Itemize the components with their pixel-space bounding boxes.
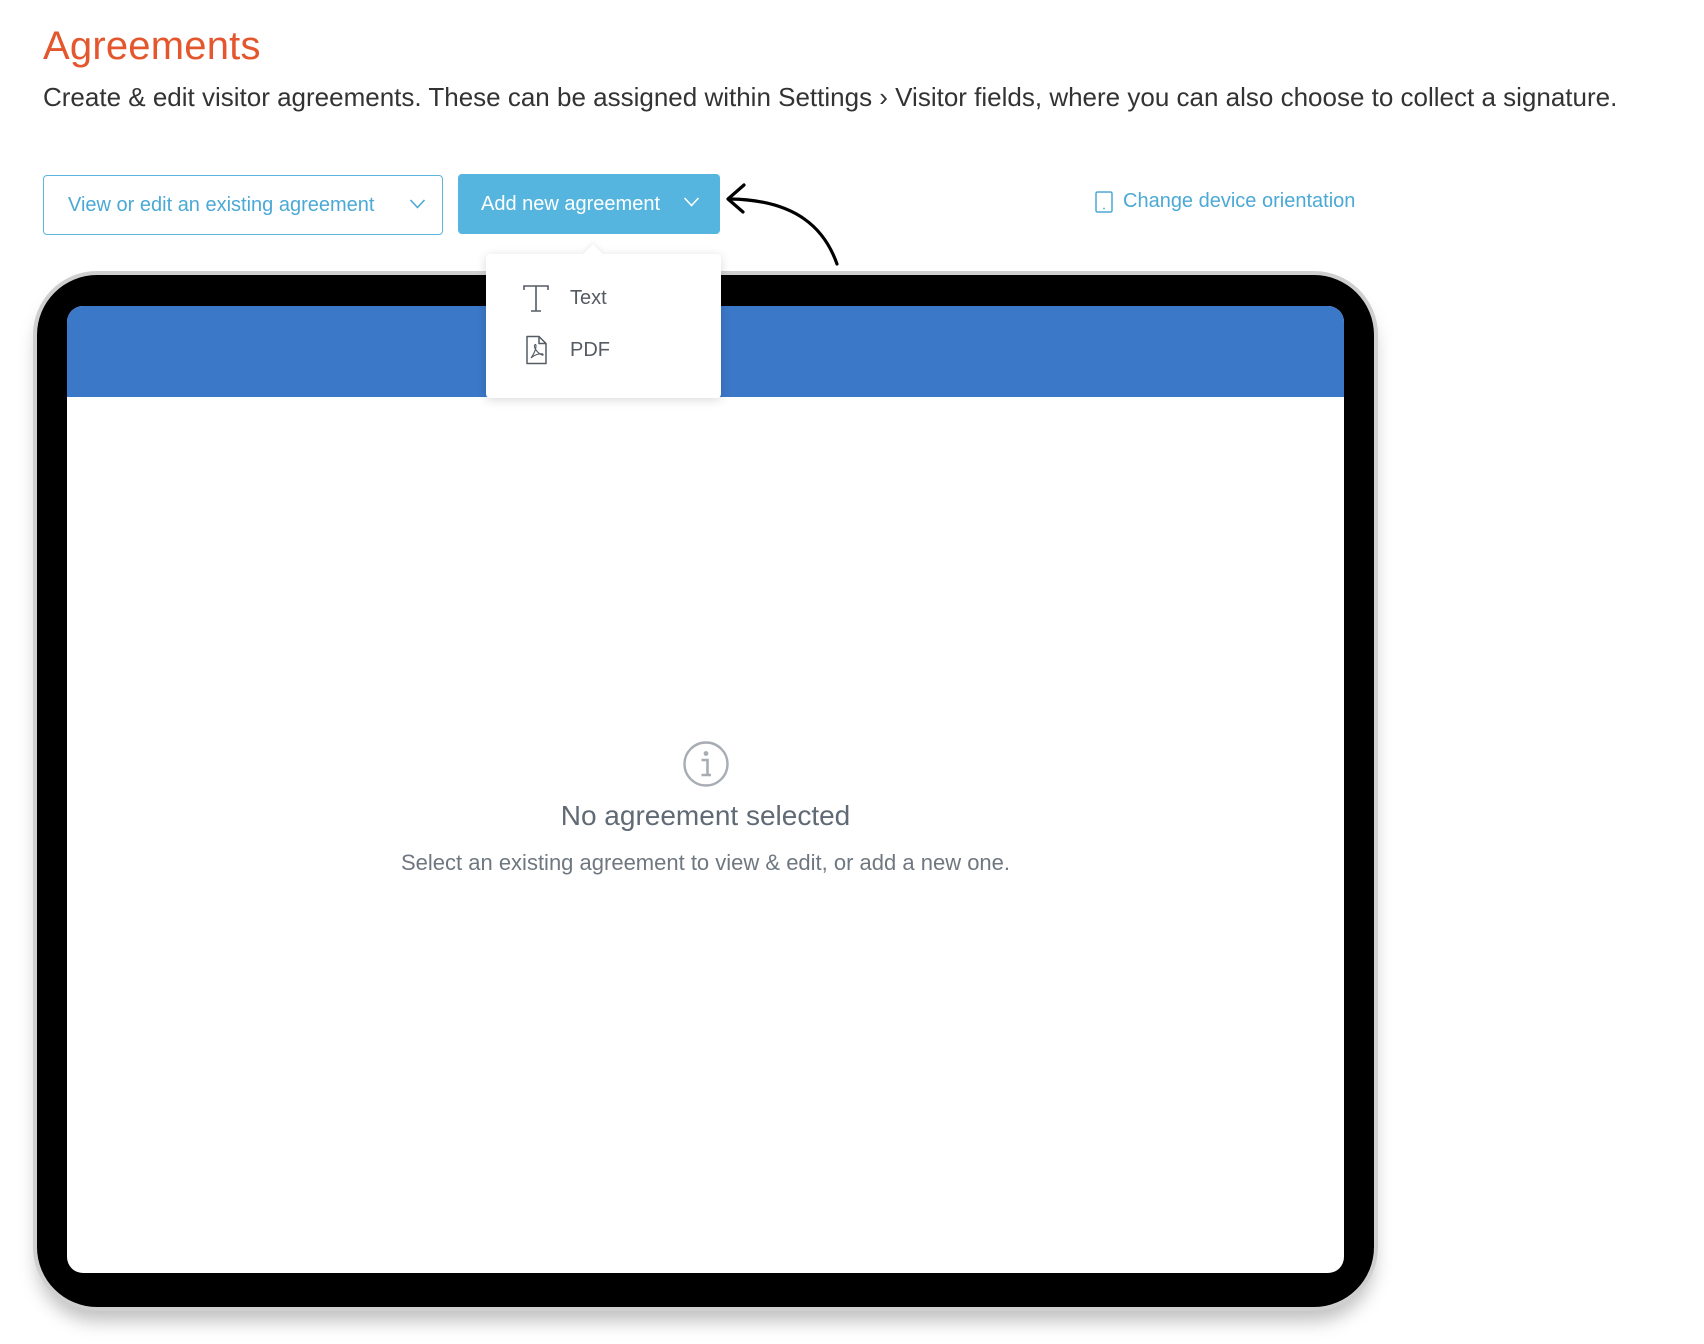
page-description: Create & edit visitor agreements. These … <box>43 82 1618 112</box>
text-type-icon <box>523 285 549 312</box>
chevron-down-icon <box>409 199 426 209</box>
menu-item-label: PDF <box>570 338 610 361</box>
empty-state-message: Select an existing agreement to view & e… <box>400 850 1011 875</box>
change-device-orientation-link[interactable]: Change device orientation <box>1095 190 1355 213</box>
info-icon <box>682 741 729 787</box>
page-title: Agreements <box>43 24 261 68</box>
agreements-page: Agreements Create & edit visitor agreeme… <box>0 0 1704 1344</box>
empty-state-title: No agreement selected <box>560 800 851 831</box>
tablet-preview-frame: No agreement selected Select an existing… <box>37 275 1374 1307</box>
chevron-down-icon <box>683 197 700 207</box>
tablet-screen: No agreement selected Select an existing… <box>67 306 1344 1273</box>
menu-item-pdf[interactable]: PDF <box>486 324 721 376</box>
tablet-icon <box>1095 190 1113 213</box>
change-device-orientation-label: Change device orientation <box>1123 190 1356 212</box>
view-existing-agreement-label: View or edit an existing agreement <box>68 193 375 216</box>
view-existing-agreement-dropdown[interactable]: View or edit an existing agreement <box>43 175 443 235</box>
add-new-agreement-label: Add new agreement <box>481 192 661 215</box>
empty-state: No agreement selected Select an existing… <box>67 740 1344 876</box>
menu-item-text[interactable]: Text <box>486 272 721 324</box>
pdf-file-icon <box>526 335 547 365</box>
menu-item-label: Text <box>570 286 607 309</box>
add-agreement-menu: Text PDF <box>486 254 721 398</box>
annotation-arrow-icon <box>726 183 839 266</box>
add-new-agreement-button[interactable]: Add new agreement <box>458 174 720 234</box>
